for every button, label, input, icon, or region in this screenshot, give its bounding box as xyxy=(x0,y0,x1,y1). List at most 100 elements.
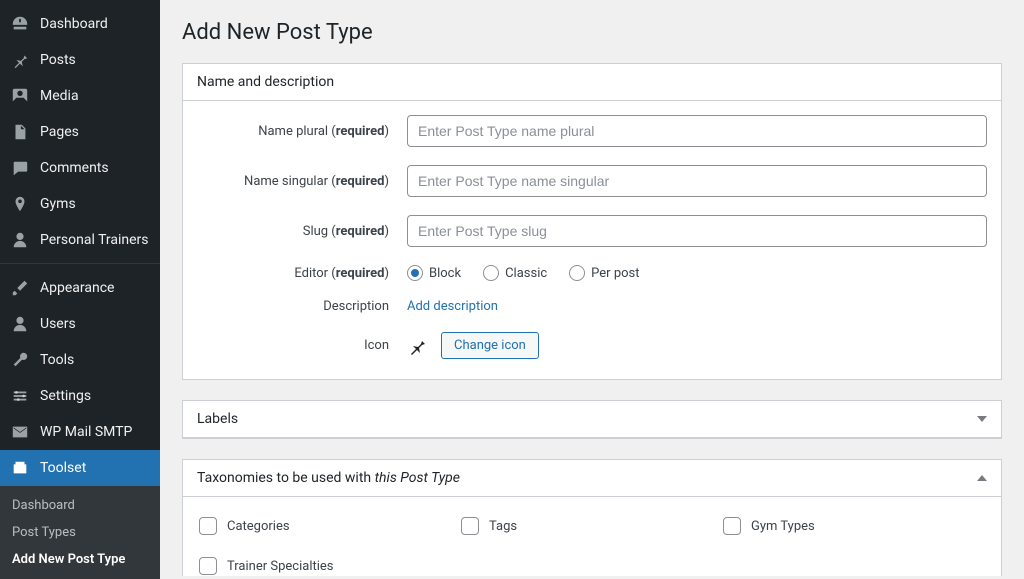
wrench-icon xyxy=(10,350,30,370)
slug-input[interactable] xyxy=(407,215,987,247)
checkbox-icon xyxy=(199,517,217,535)
sidebar-item-label: Toolset xyxy=(40,460,150,476)
editor-radio-block[interactable]: Block xyxy=(407,265,461,281)
sidebar-item-wp-mail-smtp[interactable]: WP Mail SMTP xyxy=(0,414,160,450)
taxonomy-trainer-specialties[interactable]: Trainer Specialties xyxy=(199,557,461,575)
taxonomy-categories[interactable]: Categories xyxy=(199,517,461,535)
panel-labels: Labels xyxy=(182,400,1002,439)
checkbox-icon xyxy=(723,517,741,535)
sidebar-item-label: WP Mail SMTP xyxy=(40,424,150,440)
media-icon xyxy=(10,86,30,106)
menu-group-1: Dashboard Posts Media Pages Comments xyxy=(0,0,160,258)
field-label: Slug (required) xyxy=(197,224,407,239)
comment-icon xyxy=(10,158,30,178)
field-label: Icon xyxy=(197,338,407,353)
submenu-item-dashboard[interactable]: Dashboard xyxy=(0,492,160,519)
name-singular-input[interactable] xyxy=(407,165,987,197)
checkbox-label: Categories xyxy=(227,519,290,534)
radio-label: Per post xyxy=(591,266,639,281)
dashboard-icon xyxy=(10,14,30,34)
field-icon: Icon Change icon xyxy=(197,332,987,359)
add-description-link[interactable]: Add description xyxy=(407,299,498,314)
panel-heading: Labels xyxy=(197,411,238,427)
sidebar-item-media[interactable]: Media xyxy=(0,78,160,114)
toolset-submenu: Dashboard Post Types Add New Post Type xyxy=(0,486,160,579)
checkbox-label: Gym Types xyxy=(751,519,815,534)
sidebar-item-label: Posts xyxy=(40,52,150,68)
user-icon xyxy=(10,230,30,250)
taxonomies-grid: Categories Tags Gym Types Trainer Specia… xyxy=(197,511,987,575)
field-label: Name singular (required) xyxy=(197,174,407,189)
pin-icon xyxy=(10,50,30,70)
checkbox-label: Tags xyxy=(489,519,517,534)
field-name-plural: Name plural (required) xyxy=(197,115,987,147)
panel-body: Name plural (required) Name singular (re… xyxy=(183,101,1001,379)
taxonomy-gym-types[interactable]: Gym Types xyxy=(723,517,985,535)
sidebar-item-posts[interactable]: Posts xyxy=(0,42,160,78)
menu-group-2: Appearance Users Tools Settings WP Mail … xyxy=(0,264,160,486)
editor-radio-classic[interactable]: Classic xyxy=(483,265,547,281)
sidebar-item-comments[interactable]: Comments xyxy=(0,150,160,186)
chevron-down-icon xyxy=(977,416,987,422)
radio-label: Classic xyxy=(505,266,547,281)
field-label: Description xyxy=(197,299,407,314)
main-content: Add New Post Type Name and description N… xyxy=(160,0,1024,576)
panel-heading: Name and description xyxy=(197,74,334,90)
sidebar-item-label: Users xyxy=(40,316,150,332)
panel-labels-header[interactable]: Labels xyxy=(183,401,1001,438)
panel-header: Name and description xyxy=(183,64,1001,101)
sidebar-item-label: Gyms xyxy=(40,196,150,212)
admin-sidebar: Dashboard Posts Media Pages Comments xyxy=(0,0,160,576)
field-editor: Editor (required) Block Classic Per post xyxy=(197,265,987,281)
sidebar-item-label: Media xyxy=(40,88,150,104)
field-description: Description Add description xyxy=(197,299,987,314)
sidebar-item-appearance[interactable]: Appearance xyxy=(0,270,160,306)
name-plural-input[interactable] xyxy=(407,115,987,147)
panel-name-description: Name and description Name plural (requir… xyxy=(182,63,1002,380)
field-slug: Slug (required) xyxy=(197,215,987,247)
field-label: Name plural (required) xyxy=(197,124,407,139)
sidebar-item-label: Comments xyxy=(40,160,150,176)
checkbox-icon xyxy=(199,557,217,575)
sidebar-item-personal-trainers[interactable]: Personal Trainers xyxy=(0,222,160,258)
toolset-icon xyxy=(10,458,30,478)
checkbox-label: Trainer Specialties xyxy=(227,559,334,574)
editor-radio-per-post[interactable]: Per post xyxy=(569,265,639,281)
sidebar-item-settings[interactable]: Settings xyxy=(0,378,160,414)
radio-icon xyxy=(569,265,585,281)
field-label: Editor (required) xyxy=(197,266,407,281)
mail-icon xyxy=(10,422,30,442)
taxonomy-tags[interactable]: Tags xyxy=(461,517,723,535)
submenu-item-post-types[interactable]: Post Types xyxy=(0,519,160,546)
checkbox-icon xyxy=(461,517,479,535)
sidebar-item-dashboard[interactable]: Dashboard xyxy=(0,6,160,42)
brush-icon xyxy=(10,278,30,298)
sidebar-item-tools[interactable]: Tools xyxy=(0,342,160,378)
sidebar-item-label: Settings xyxy=(40,388,150,404)
panel-taxonomies: Taxonomies to be used with this Post Typ… xyxy=(182,459,1002,576)
sidebar-item-users[interactable]: Users xyxy=(0,306,160,342)
sidebar-item-label: Tools xyxy=(40,352,150,368)
chevron-up-icon xyxy=(977,475,987,481)
pages-icon xyxy=(10,122,30,142)
radio-icon xyxy=(407,265,423,281)
location-icon xyxy=(10,194,30,214)
change-icon-button[interactable]: Change icon xyxy=(441,332,539,359)
sidebar-item-pages[interactable]: Pages xyxy=(0,114,160,150)
sidebar-item-label: Appearance xyxy=(40,280,150,296)
user-icon xyxy=(10,314,30,334)
radio-label: Block xyxy=(429,266,461,281)
sidebar-item-gyms[interactable]: Gyms xyxy=(0,186,160,222)
sidebar-item-label: Personal Trainers xyxy=(40,232,150,248)
submenu-item-add-new-post-type[interactable]: Add New Post Type xyxy=(0,546,160,573)
sidebar-item-label: Pages xyxy=(40,124,150,140)
pin-icon xyxy=(407,336,427,356)
page-title: Add New Post Type xyxy=(182,20,1002,45)
sidebar-item-label: Dashboard xyxy=(40,16,150,32)
field-name-singular: Name singular (required) xyxy=(197,165,987,197)
radio-icon xyxy=(483,265,499,281)
panel-body: Categories Tags Gym Types Trainer Specia… xyxy=(183,497,1001,576)
panel-heading: Taxonomies to be used with this Post Typ… xyxy=(197,470,460,486)
sidebar-item-toolset[interactable]: Toolset xyxy=(0,450,160,486)
panel-taxonomies-header[interactable]: Taxonomies to be used with this Post Typ… xyxy=(183,460,1001,497)
